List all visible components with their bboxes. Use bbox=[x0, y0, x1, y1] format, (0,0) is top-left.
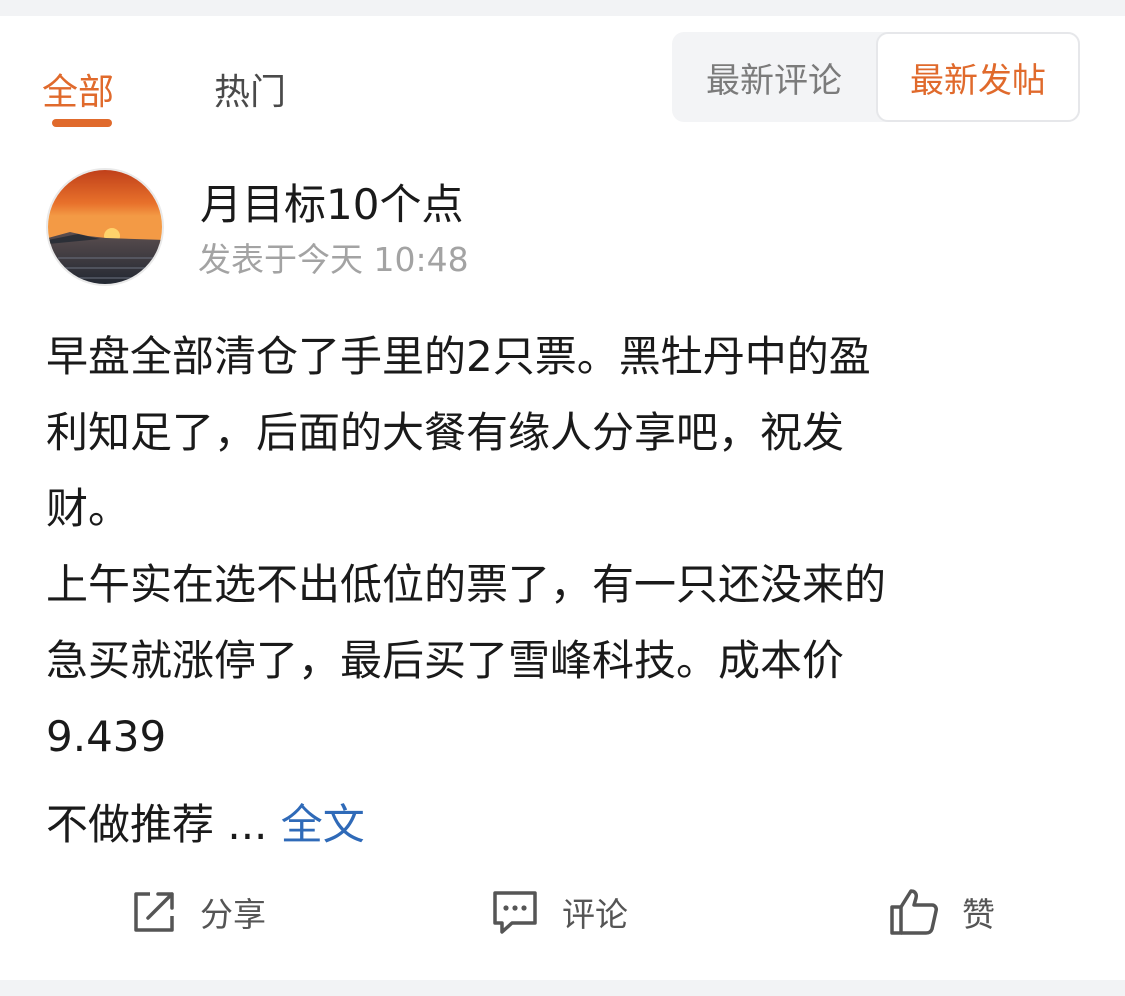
like-button[interactable]: 赞 bbox=[888, 882, 995, 942]
comment-button[interactable]: 评论 bbox=[490, 882, 628, 942]
sunset-avatar-image bbox=[48, 170, 162, 284]
author-name[interactable]: 月目标10个点 bbox=[200, 179, 463, 231]
active-tab-indicator bbox=[52, 119, 112, 127]
tab-all[interactable]: 全部 bbox=[42, 70, 114, 116]
post-tail: 不做推荐 ... 全文 bbox=[46, 787, 365, 863]
share-label: 分享 bbox=[200, 895, 266, 934]
sort-latest-post-button[interactable]: 最新发帖 bbox=[876, 32, 1080, 122]
post-card: 全部 热门 最新评论 最新发帖 月目标10个点 发表于今天 10:48 早盘全部… bbox=[0, 16, 1125, 980]
avatar[interactable] bbox=[46, 168, 164, 286]
sort-latest-comment-button[interactable]: 最新评论 bbox=[672, 32, 876, 122]
post-timestamp: 发表于今天 10:48 bbox=[198, 240, 469, 279]
thumbs-up-icon bbox=[890, 889, 938, 935]
post-tail-text: 不做推荐 ... bbox=[46, 800, 281, 849]
tab-hot[interactable]: 热门 bbox=[214, 70, 286, 116]
comment-label: 评论 bbox=[562, 895, 628, 934]
like-label: 赞 bbox=[962, 895, 995, 934]
read-more-link[interactable]: 全文 bbox=[281, 800, 365, 849]
comment-icon bbox=[493, 891, 537, 934]
sort-toggle: 最新评论 最新发帖 bbox=[672, 32, 1080, 122]
share-button[interactable]: 分享 bbox=[130, 882, 266, 942]
share-icon bbox=[134, 892, 174, 932]
post-body: 早盘全部清仓了手里的2只票。黑牡丹中的盈 利知足了，后面的大餐有缘人分享吧，祝发… bbox=[46, 332, 887, 761]
